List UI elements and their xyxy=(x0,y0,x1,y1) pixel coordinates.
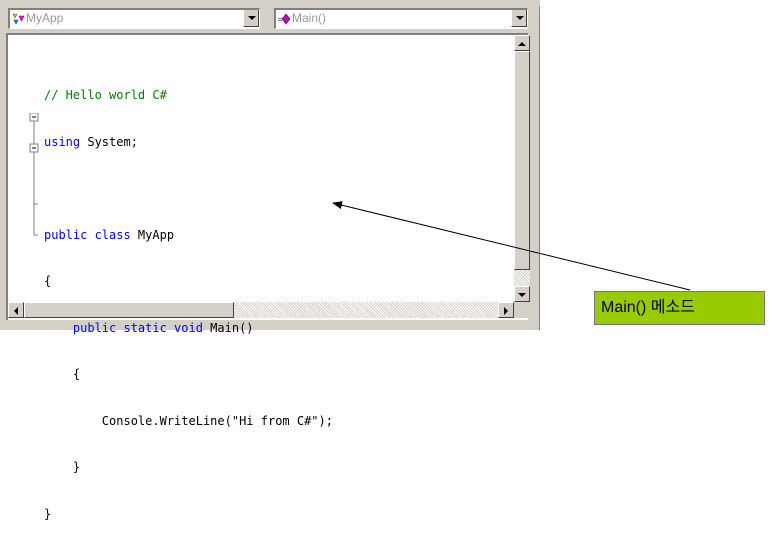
class-close-brace: } xyxy=(44,506,52,521)
callout-label: Main() 메소드 xyxy=(594,291,765,325)
method-close-brace: } xyxy=(72,460,81,474)
callout-arrow xyxy=(332,201,691,291)
method-open-brace: { xyxy=(72,367,81,381)
callout-arrow-line xyxy=(332,201,691,291)
writeline-statement: Console.WriteLine("Hi from C#"); xyxy=(101,413,333,428)
